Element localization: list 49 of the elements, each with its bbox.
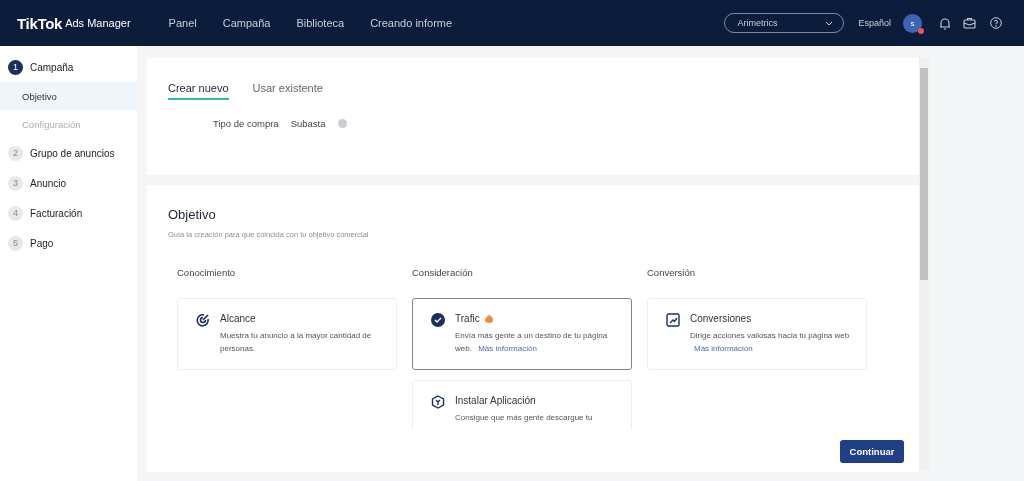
step-item[interactable]: 4 Facturación bbox=[0, 198, 137, 228]
option-description: Consigue que más gente descargue tu bbox=[455, 412, 593, 424]
more-info-link[interactable]: Más información bbox=[478, 344, 537, 353]
group-label: Consideración bbox=[412, 267, 474, 278]
flame-icon bbox=[484, 314, 493, 323]
group-label: Conversión bbox=[647, 267, 697, 278]
nav-link[interactable]: Campaña bbox=[222, 17, 271, 29]
purchase-type-value: Subasta bbox=[290, 118, 326, 129]
nav-link[interactable]: Panel bbox=[168, 17, 197, 29]
step-number: 3 bbox=[8, 175, 23, 191]
purchase-type-label: Tipo de compra bbox=[213, 118, 279, 129]
option-description: Dirige acciones valiosas hacia tu página web Más información bbox=[690, 330, 850, 355]
option-description: Envía más gente a un destino de tu página web. Más información bbox=[455, 330, 609, 355]
chevron-down-icon bbox=[825, 20, 834, 26]
group-label: Conocimiento bbox=[177, 267, 237, 278]
tab[interactable]: Crear nuevo bbox=[168, 82, 229, 100]
section-title: Objetivo bbox=[168, 207, 217, 222]
hexagon-icon bbox=[431, 395, 445, 409]
option-title: Trafic bbox=[455, 313, 480, 324]
nav-link[interactable]: Creando informe bbox=[370, 17, 453, 29]
nav-link[interactable]: Biblioteca bbox=[296, 17, 345, 29]
option-title: Conversiones bbox=[690, 313, 752, 324]
target-icon bbox=[196, 313, 210, 327]
more-info-link[interactable]: Más información bbox=[694, 344, 753, 353]
check-circle-icon bbox=[431, 313, 445, 327]
objective-option[interactable]: Conversiones Dirige acciones valiosas hacia tu página web Más información bbox=[647, 298, 867, 370]
substep-item[interactable]: Objetivo bbox=[0, 82, 137, 110]
objective-option[interactable]: Alcance Muestra tu anuncio a la mayor cantidad de personas. bbox=[177, 298, 397, 370]
step-number: 1 bbox=[8, 59, 23, 75]
tab[interactable]: Usar existente bbox=[252, 82, 323, 100]
option-description: Muestra tu anuncio a la mayor cantidad de personas. bbox=[220, 330, 373, 355]
briefcase-icon[interactable] bbox=[963, 17, 976, 29]
avatar[interactable]: s bbox=[903, 13, 922, 33]
language-link[interactable]: Español bbox=[858, 18, 891, 28]
chart-icon bbox=[666, 313, 680, 327]
logo-suffix: Ads Manager bbox=[65, 17, 131, 29]
option-title: Instalar Aplicación bbox=[455, 395, 536, 406]
step-item[interactable]: 3 Anuncio bbox=[0, 168, 137, 198]
step-number: 5 bbox=[8, 235, 23, 251]
step-item[interactable]: 1 Campaña bbox=[0, 52, 137, 82]
continue-button[interactable]: Continuar bbox=[840, 439, 904, 463]
option-title: Alcance bbox=[220, 313, 256, 324]
step-item[interactable]: 5 Pago bbox=[0, 228, 137, 258]
bell-icon[interactable] bbox=[939, 16, 951, 30]
objective-option[interactable]: Trafic Envía más gente a un destino de tu página web. Más información bbox=[412, 298, 632, 370]
logo[interactable]: TikTok bbox=[17, 14, 63, 32]
step-number: 2 bbox=[8, 145, 23, 161]
step-number: 4 bbox=[8, 205, 23, 221]
step-item[interactable]: 2 Grupo de anuncios bbox=[0, 138, 137, 168]
